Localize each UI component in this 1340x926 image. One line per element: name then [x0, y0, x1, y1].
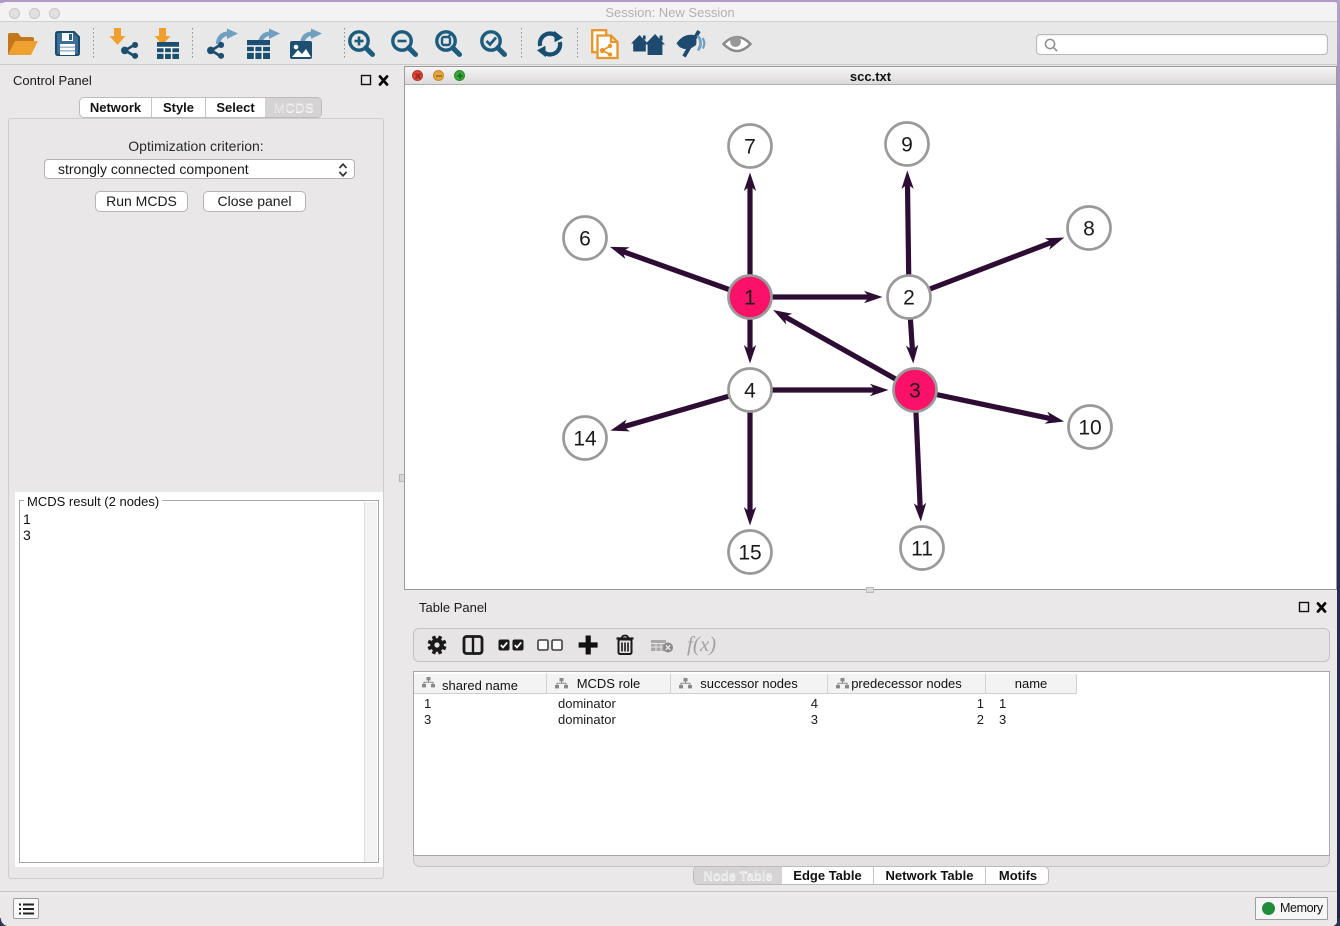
svg-text:14: 14 [573, 428, 597, 451]
svg-text:3: 3 [909, 380, 921, 403]
svg-text:1: 1 [744, 287, 756, 310]
svg-text:4: 4 [744, 380, 756, 403]
svg-text:2: 2 [903, 287, 915, 310]
svg-text:11: 11 [911, 538, 933, 561]
svg-text:15: 15 [738, 542, 761, 565]
svg-text:9: 9 [901, 134, 913, 157]
svg-text:10: 10 [1078, 417, 1101, 440]
svg-text:6: 6 [579, 228, 591, 251]
svg-text:8: 8 [1083, 218, 1095, 241]
svg-text:7: 7 [744, 136, 756, 159]
